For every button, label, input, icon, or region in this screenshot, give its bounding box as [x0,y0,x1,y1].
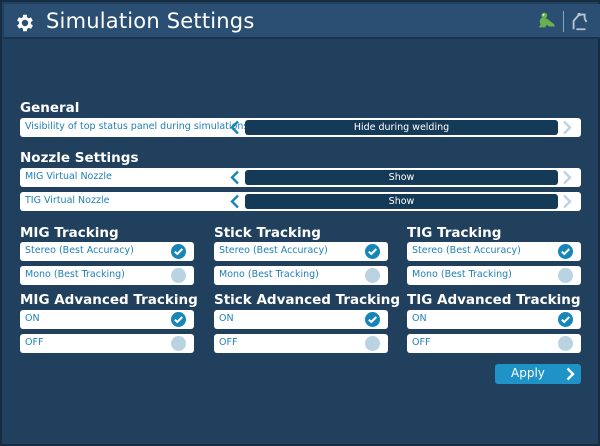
page-title: Simulation Settings [46,9,255,33]
radio-empty-icon [171,336,186,351]
option-tig-adv-on[interactable]: ON [407,310,581,329]
header-divider [563,11,564,32]
option-label: OFF [25,337,44,348]
option-label: ON [219,313,234,324]
setting-row-status-panel: Visibility of top status panel during si… [20,118,581,137]
chevron-left-icon[interactable] [229,194,241,209]
option-tig-adv-off[interactable]: OFF [407,334,581,353]
header-bar: Simulation Settings [4,4,600,39]
radio-empty-icon [365,336,380,351]
check-icon [171,244,186,259]
welding-robot-icon[interactable] [569,10,591,32]
option-mig-adv-off[interactable]: OFF [20,334,194,353]
setting-label: TIG Virtual Nozzle [25,195,110,206]
option-label: Mono (Best Tracking) [412,269,512,280]
option-label: ON [25,313,40,324]
check-icon [365,312,380,327]
option-label: Mono (Best Tracking) [219,269,319,280]
check-icon [558,244,573,259]
option-stick-stereo[interactable]: Stereo (Best Accuracy) [214,242,388,261]
section-title-stick-advanced: Stick Advanced Tracking [214,292,401,308]
chevron-right-icon [566,367,575,381]
option-label: OFF [219,337,238,348]
check-icon [558,312,573,327]
option-tig-mono[interactable]: Mono (Best Tracking) [407,266,581,285]
section-title-tig-tracking: TIG Tracking [407,225,502,241]
chevron-right-icon[interactable] [561,170,573,185]
setting-label: Visibility of top status panel during si… [25,121,249,132]
option-label: ON [412,313,427,324]
setting-row-mig-nozzle: MIG Virtual Nozzle Show [20,168,581,187]
chevron-left-icon[interactable] [229,120,241,135]
check-icon [365,244,380,259]
option-label: Stereo (Best Accuracy) [412,245,521,256]
apply-button[interactable]: Apply [495,364,581,384]
radio-empty-icon [558,268,573,283]
option-stick-mono[interactable]: Mono (Best Tracking) [214,266,388,285]
section-title-stick-tracking: Stick Tracking [214,225,321,241]
chevron-right-icon[interactable] [561,194,573,209]
radio-empty-icon [171,268,186,283]
option-mig-mono[interactable]: Mono (Best Tracking) [20,266,194,285]
option-label: Stereo (Best Accuracy) [219,245,328,256]
setting-value: Hide during welding [245,120,558,135]
option-mig-stereo[interactable]: Stereo (Best Accuracy) [20,242,194,261]
section-title-mig-tracking: MIG Tracking [20,225,119,241]
gear-icon [17,14,33,32]
option-label: OFF [412,337,431,348]
check-icon [171,312,186,327]
section-title-general: General [20,100,80,116]
apply-label: Apply [511,366,545,380]
section-title-nozzle: Nozzle Settings [20,150,139,166]
option-mig-adv-on[interactable]: ON [20,310,194,329]
section-title-tig-advanced: TIG Advanced Tracking [407,292,581,308]
radio-empty-icon [365,268,380,283]
option-tig-stereo[interactable]: Stereo (Best Accuracy) [407,242,581,261]
chevron-right-icon[interactable] [561,120,573,135]
setting-value: Show [245,170,558,185]
option-stick-adv-on[interactable]: ON [214,310,388,329]
option-label: Mono (Best Tracking) [25,269,125,280]
frog-icon[interactable] [536,10,558,32]
option-stick-adv-off[interactable]: OFF [214,334,388,353]
setting-label: MIG Virtual Nozzle [25,171,112,182]
option-label: Stereo (Best Accuracy) [25,245,134,256]
setting-value: Show [245,194,558,209]
radio-empty-icon [558,336,573,351]
settings-window: Simulation Settings General Visibility o… [0,0,600,446]
chevron-left-icon[interactable] [229,170,241,185]
section-title-mig-advanced: MIG Advanced Tracking [20,292,198,308]
setting-row-tig-nozzle: TIG Virtual Nozzle Show [20,192,581,211]
